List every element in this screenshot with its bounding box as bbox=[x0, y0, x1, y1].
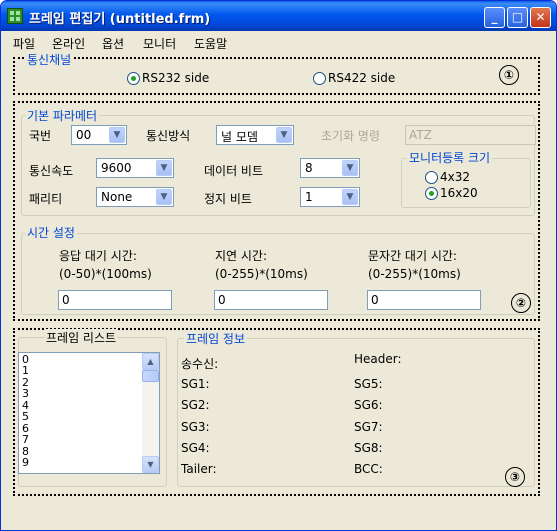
title-bar[interactable]: 프레임 편집기 (untitled.frm) _ □ ✕ bbox=[1, 1, 556, 31]
section-marker-1: ① bbox=[499, 65, 519, 85]
chevron-down-icon[interactable]: ▼ bbox=[156, 160, 172, 176]
timing-legend: 시간 설정 bbox=[25, 224, 77, 241]
basic-params-legend: 기본 파라메터 bbox=[25, 107, 100, 124]
frame-listbox[interactable]: 0 1 2 3 4 5 6 7 8 9 ▲ ▼ bbox=[18, 352, 160, 474]
sg5-label: SG5: bbox=[354, 377, 383, 391]
scroll-thumb[interactable] bbox=[142, 370, 159, 382]
response-wait-range: (0-50)*(100ms) bbox=[59, 267, 152, 281]
rs232-radio[interactable] bbox=[127, 72, 140, 85]
delay-label: 지연 시간: bbox=[215, 249, 268, 263]
window-title: 프레임 편집기 (untitled.frm) bbox=[29, 12, 211, 27]
delay-range: (0-255)*(10ms) bbox=[215, 267, 308, 281]
delay-input[interactable]: 0 bbox=[214, 290, 328, 310]
menu-file[interactable]: 파일 bbox=[13, 35, 35, 52]
chevron-down-icon[interactable]: ▼ bbox=[342, 189, 358, 205]
list-item[interactable]: 9 bbox=[22, 457, 29, 468]
sg8-label: SG8: bbox=[354, 441, 383, 455]
chevron-down-icon[interactable]: ▼ bbox=[276, 127, 292, 143]
char-wait-input[interactable]: 0 bbox=[367, 290, 481, 310]
init-cmd-field: ATZ bbox=[405, 125, 536, 145]
list-item[interactable]: 5 bbox=[22, 411, 29, 422]
frame-list-title: 프레임 리스트 bbox=[44, 329, 119, 346]
response-wait-label: 응답 대기 시간: bbox=[59, 249, 137, 263]
size-4x32-label[interactable]: 4x32 bbox=[440, 170, 470, 184]
close-button[interactable]: ✕ bbox=[530, 7, 551, 28]
stop-bits-select[interactable]: 1 ▼ bbox=[300, 187, 360, 207]
scroll-up-icon[interactable]: ▲ bbox=[142, 353, 159, 370]
data-bits-label: 데이터 비트 bbox=[204, 164, 264, 178]
header-label: Header: bbox=[354, 352, 402, 366]
sg4-label: SG4: bbox=[181, 441, 210, 455]
menu-help[interactable]: 도움말 bbox=[194, 35, 227, 52]
list-item[interactable]: 7 bbox=[22, 434, 29, 445]
sg1-label: SG1: bbox=[181, 377, 210, 391]
frame-info-legend: 프레임 정보 bbox=[184, 330, 248, 347]
menu-options[interactable]: 옵션 bbox=[102, 35, 124, 52]
station-label: 국번 bbox=[29, 129, 52, 143]
chevron-down-icon[interactable]: ▼ bbox=[156, 189, 172, 205]
char-wait-range: (0-255)*(10ms) bbox=[368, 267, 461, 281]
app-icon bbox=[7, 8, 23, 24]
rs232-label[interactable]: RS232 side bbox=[142, 71, 209, 85]
speed-select[interactable]: 9600 ▼ bbox=[96, 158, 174, 178]
sg3-label: SG3: bbox=[181, 420, 210, 434]
list-item[interactable]: 3 bbox=[22, 388, 29, 399]
channel-section bbox=[13, 57, 540, 95]
comm-mode-select[interactable]: 널 모뎀 ▼ bbox=[216, 125, 294, 145]
tailer-label: Tailer: bbox=[181, 462, 217, 476]
sg7-label: SG7: bbox=[354, 420, 383, 434]
size-16x20-radio[interactable] bbox=[425, 187, 438, 200]
maximize-button[interactable]: □ bbox=[507, 7, 528, 28]
menu-bar: 파일 온라인 옵션 모니터 도움말 bbox=[2, 32, 555, 53]
sg6-label: SG6: bbox=[354, 398, 383, 412]
list-scrollbar[interactable]: ▲ ▼ bbox=[142, 353, 159, 473]
char-wait-label: 문자간 대기 시간: bbox=[368, 249, 457, 263]
response-wait-input[interactable]: 0 bbox=[58, 290, 172, 310]
init-cmd-label: 초기화 명령 bbox=[321, 129, 381, 143]
send-recv-label: 송수신: bbox=[181, 357, 219, 371]
menu-monitor[interactable]: 모니터 bbox=[143, 35, 176, 52]
minimize-button[interactable]: _ bbox=[484, 7, 505, 28]
parity-select[interactable]: None ▼ bbox=[96, 187, 174, 207]
parity-label: 패리티 bbox=[29, 192, 63, 206]
station-select[interactable]: 00 ▼ bbox=[71, 125, 127, 145]
speed-label: 통신속도 bbox=[29, 164, 74, 178]
channel-legend: 통신채널 bbox=[25, 51, 74, 68]
size-4x32-radio[interactable] bbox=[425, 171, 438, 184]
scroll-down-icon[interactable]: ▼ bbox=[142, 456, 159, 473]
comm-mode-label: 통신방식 bbox=[146, 129, 191, 143]
section-marker-2: ② bbox=[511, 293, 531, 313]
rs422-radio[interactable] bbox=[313, 72, 326, 85]
list-item[interactable]: 1 bbox=[22, 365, 29, 376]
size-16x20-label[interactable]: 16x20 bbox=[440, 186, 478, 200]
chevron-down-icon[interactable]: ▼ bbox=[342, 160, 358, 176]
rs422-label[interactable]: RS422 side bbox=[328, 71, 395, 85]
menu-online[interactable]: 온라인 bbox=[52, 35, 85, 52]
sg2-label: SG2: bbox=[181, 398, 210, 412]
monitor-size-legend: 모니터등록 크기 bbox=[407, 149, 493, 166]
frame-editor-window: 프레임 편집기 (untitled.frm) _ □ ✕ 파일 온라인 옵션 모… bbox=[0, 0, 557, 531]
bcc-label: BCC: bbox=[354, 462, 383, 476]
stop-bits-label: 정지 비트 bbox=[204, 192, 252, 206]
data-bits-select[interactable]: 8 ▼ bbox=[300, 158, 360, 178]
chevron-down-icon[interactable]: ▼ bbox=[109, 127, 125, 143]
section-marker-3: ③ bbox=[505, 467, 525, 487]
